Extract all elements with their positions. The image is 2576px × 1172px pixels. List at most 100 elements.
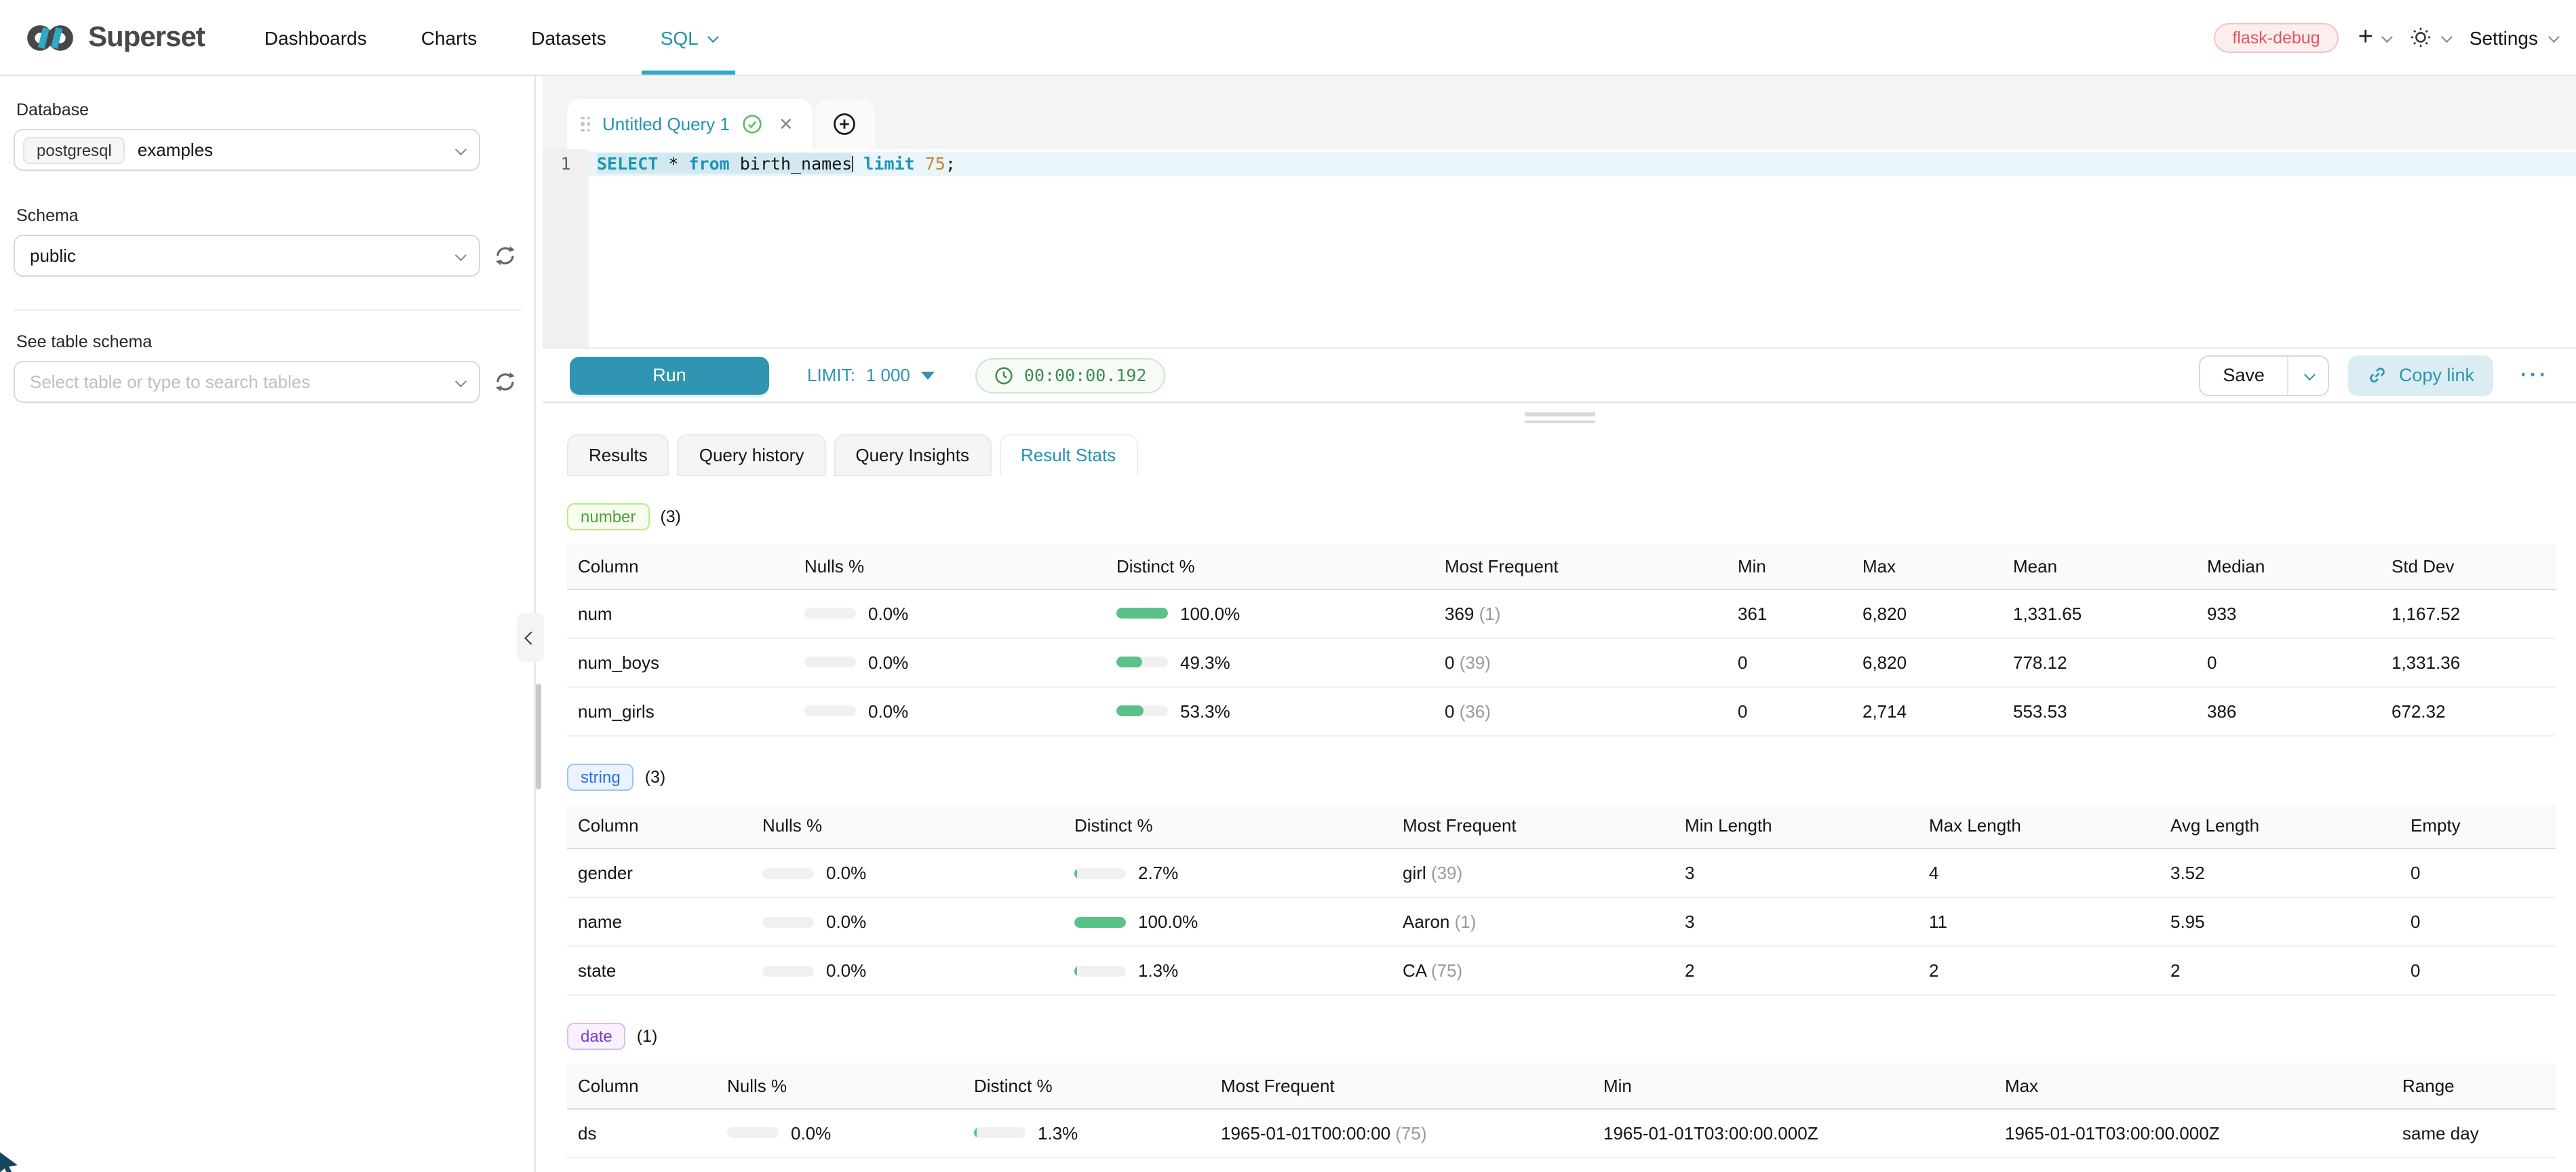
main-menu: Dashboards Charts Datasets SQL [237,0,743,75]
result-stats-section-number: number(3)ColumnNulls %Distinct %Most Fre… [567,503,2556,736]
pct-label: 0.0% [826,960,866,981]
most-frequent-count: (39) [1426,863,1462,883]
pct-label: 2.7% [1138,863,1178,883]
stat-cell: 6,820 [1852,638,2002,686]
tab-query-insights[interactable]: Query Insights [834,434,991,476]
distinct-cell: 1.3% [963,1108,1210,1157]
nulls-cell: 0.0% [752,897,1063,946]
distinct-bar: 1.3% [974,1122,1199,1143]
editor-code-area[interactable]: SELECT * from birth_names limit 75; [589,149,2576,347]
bar-fill [1116,608,1168,619]
progress-bar [804,608,856,619]
pct-label: 100.0% [1138,912,1198,932]
column-name-cell: gender [567,848,752,897]
pct-label: 1.3% [1038,1122,1078,1143]
stat-cell: 0 [2400,946,2556,995]
nulls-cell: 0.0% [794,686,1106,735]
distinct-cell: 53.3% [1106,686,1434,735]
distinct-bar: 100.0% [1116,603,1423,623]
query-success-icon [742,114,762,134]
progress-bar [762,867,814,878]
nulls-cell: 0.0% [794,638,1106,686]
most-frequent-value: girl [1403,863,1426,883]
new-item-button[interactable]: + [2358,24,2391,50]
column-header: Column [567,544,794,589]
column-count: (3) [660,507,681,526]
nulls-bar: 0.0% [762,863,1053,883]
query-tab[interactable]: Untitled Query 1 ✕ [567,99,813,149]
nav-item-dashboards[interactable]: Dashboards [237,0,394,75]
distinct-cell: 100.0% [1106,589,1434,638]
theme-toggle-button[interactable] [2410,26,2451,49]
sql-code-editor[interactable]: 1 SELECT * from birth_names limit 75; [543,149,2576,349]
nav-item-datasets[interactable]: Datasets [504,0,633,75]
tab-result-stats[interactable]: Result Stats [999,434,1137,476]
limit-label: LIMIT: [807,365,855,385]
nulls-bar: 0.0% [727,1122,952,1143]
table-select[interactable]: Select table or type to search tables [14,361,480,403]
column-count: (3) [645,767,666,786]
settings-menu[interactable]: Settings [2470,26,2557,48]
refresh-tables-icon[interactable] [494,370,517,393]
distinct-bar: 1.3% [1074,960,1381,981]
refresh-schemas-icon[interactable] [494,244,517,267]
sql-line: SELECT * from birth_names limit 75; [589,152,2576,176]
run-button[interactable]: Run [570,356,769,394]
progress-bar [974,1127,1026,1138]
close-tab-icon[interactable]: ✕ [775,113,794,135]
schema-select[interactable]: public [14,235,480,277]
header-row: ColumnNulls %Distinct %Most FrequentMinM… [567,544,2556,589]
column-header: Nulls % [716,1063,963,1108]
schema-label: Schema [16,206,518,225]
new-query-tab-button[interactable] [815,99,875,149]
sidebar-collapse-button[interactable] [517,613,544,662]
section-header: date(1) [567,1023,2556,1050]
drag-handle-icon[interactable] [581,117,590,132]
stat-cell: 0 [1727,638,1852,686]
stat-cell: 4 [1918,848,2160,897]
column-header: Nulls % [794,544,1106,589]
save-button[interactable]: Save [2200,356,2288,394]
bar-fill [974,1127,976,1138]
timer-value: 00:00:00.192 [1024,365,1147,385]
stat-cell: 553.53 [2002,686,2196,735]
database-engine-tag: postgresql [23,136,125,163]
column-header: Nulls % [752,804,1063,848]
database-value: examples [138,140,213,160]
scrollbar-thumb[interactable] [536,684,541,789]
limit-dropdown[interactable]: LIMIT: 1 000 [807,365,935,385]
stat-cell: 2 [2160,946,2400,995]
nulls-cell: 0.0% [716,1108,963,1157]
editor-gutter: 1 [543,149,589,347]
superset-logo[interactable]: Superset [0,0,237,75]
copy-link-button[interactable]: Copy link [2349,355,2493,395]
nav-item-sql[interactable]: SQL [633,0,743,75]
stat-cell: 11 [1918,897,2160,946]
stat-cell: 1965-01-01T03:00:00.000Z [1994,1108,2392,1157]
table-body: num0.0%100.0%369 (1)3616,8201,331.659331… [567,589,2556,735]
stat-cell: 0 [2196,638,2381,686]
nav-item-charts[interactable]: Charts [394,0,504,75]
pct-label: 0.0% [868,652,908,672]
stat-cell: 933 [2196,589,2381,638]
more-actions-button[interactable]: ··· [2520,364,2549,387]
stat-cell: 3 [1674,897,1918,946]
tab-query-history[interactable]: Query history [678,434,826,476]
column-name-cell: state [567,946,752,995]
stat-cell: 0 [2400,897,2556,946]
database-select[interactable]: postgresql examples [14,129,480,171]
pane-resize-handle[interactable] [543,403,2576,433]
progress-bar [762,965,814,976]
plus-circle-icon [834,113,857,136]
column-name-cell: ds [567,1108,716,1157]
column-header: Column [567,1063,716,1108]
most-frequent-cell: CA (75) [1392,946,1674,995]
plus-icon: + [2358,24,2373,50]
progress-bar [1074,867,1126,878]
save-options-button[interactable] [2288,356,2328,394]
save-button-group: Save [2198,355,2330,395]
chevron-down-icon [455,250,467,261]
stat-cell: 778.12 [2002,638,2196,686]
tab-results[interactable]: Results [567,434,669,476]
distinct-cell: 1.3% [1063,946,1392,995]
